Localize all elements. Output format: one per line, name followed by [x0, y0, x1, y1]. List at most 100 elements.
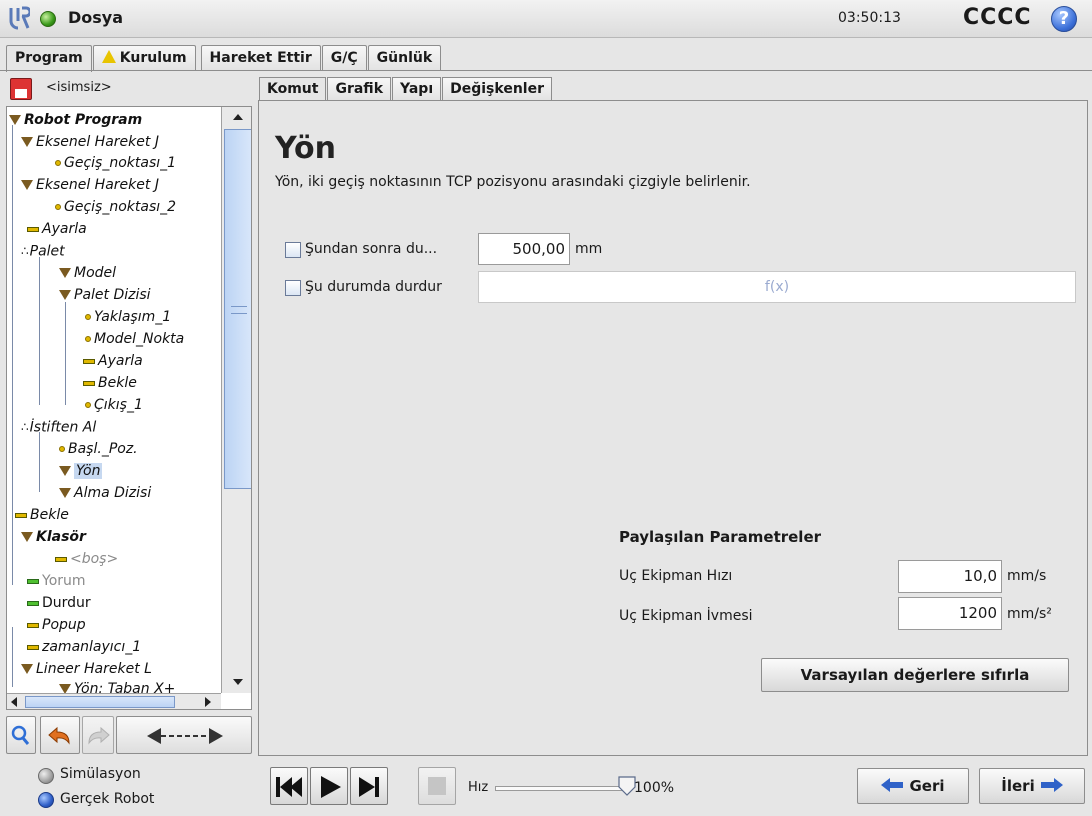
tree-item[interactable]: zamanlayıcı_1	[27, 637, 141, 658]
tree-item[interactable]: Yaklaşım_1	[85, 307, 171, 328]
tool-speed-input[interactable]: 10,0	[898, 560, 1002, 593]
real-robot-label: Gerçek Robot	[60, 791, 155, 807]
tool-speed-label: Uç Ekipman Hızı	[619, 568, 733, 584]
tree-item[interactable]: <boş>	[55, 549, 118, 570]
next-button[interactable]: İleri	[979, 768, 1085, 804]
tree-item-label: Yön	[74, 463, 103, 479]
stop-when-expression-input[interactable]: f(x)	[478, 271, 1076, 303]
help-icon[interactable]: ?	[1051, 6, 1077, 32]
scroll-right-icon[interactable]	[205, 697, 211, 707]
stop-when-checkbox[interactable]	[285, 280, 301, 296]
tree-item[interactable]: Çıkış_1	[85, 395, 143, 416]
stop-after-checkbox[interactable]	[285, 242, 301, 258]
pallet-icon: ∴	[21, 420, 29, 434]
set-dash-icon	[83, 358, 95, 364]
tree-item[interactable]: Yorum	[27, 571, 86, 592]
clock: 03:50:13	[838, 10, 901, 26]
scrollbar-thumb[interactable]	[224, 129, 251, 489]
tree-item[interactable]: Eksenel Hareket J	[21, 175, 159, 196]
tree-item[interactable]: Model_Nokta	[85, 329, 184, 350]
tab-installation[interactable]: Kurulum	[92, 45, 196, 71]
tree-item[interactable]: Ayarla	[27, 219, 87, 240]
tab-structure[interactable]: Yapı	[392, 77, 442, 101]
tree-item[interactable]: Lineer Hareket L	[21, 659, 152, 680]
tree-item[interactable]: Ayarla	[83, 351, 143, 372]
tree-item[interactable]: Bekle	[15, 505, 69, 526]
tool-accel-unit: mm/s²	[1007, 606, 1052, 622]
move-node-button[interactable]	[116, 716, 252, 754]
stop-button[interactable]	[418, 767, 456, 805]
tool-speed-unit: mm/s	[1007, 568, 1047, 584]
tree-item[interactable]: ∴ Palet	[21, 241, 65, 262]
reset-defaults-button[interactable]: Varsayılan değerlere sıfırla	[761, 658, 1069, 692]
tree-item-selected[interactable]: Yön	[59, 461, 103, 482]
redo-button[interactable]	[82, 716, 114, 754]
tab-io[interactable]: G/Ç	[321, 45, 367, 71]
simulation-radio[interactable]	[38, 768, 54, 784]
tree-item[interactable]: Eksenel Hareket J	[21, 132, 159, 153]
tab-move[interactable]: Hareket Ettir	[200, 45, 321, 71]
tree-item-label: Lineer Hareket L	[36, 661, 152, 677]
search-button[interactable]	[6, 716, 36, 754]
tool-accel-input[interactable]: 1200	[898, 597, 1002, 630]
tree-vertical-scrollbar[interactable]	[221, 107, 251, 693]
scroll-down-icon[interactable]	[233, 679, 243, 685]
tree-item[interactable]: Geçiş_noktası_2	[55, 197, 176, 218]
tree-item-label: Popup	[42, 617, 86, 633]
scrollbar-thumb[interactable]	[25, 696, 175, 708]
scroll-left-icon[interactable]	[11, 697, 17, 707]
robot-name: CCCC	[963, 5, 1032, 30]
tree-item[interactable]: Klasör	[21, 527, 86, 548]
tree-toolbar	[6, 716, 252, 754]
tab-command[interactable]: Komut	[259, 77, 327, 101]
folder-triangle-icon	[21, 532, 33, 542]
popup-dash-icon	[27, 622, 39, 628]
stop-after-distance-input[interactable]: 500,00	[478, 233, 570, 265]
save-icon[interactable]	[10, 78, 32, 100]
speed-label: Hız	[468, 780, 489, 795]
tab-graphics[interactable]: Grafik	[327, 77, 391, 101]
undo-icon	[48, 726, 70, 745]
tab-divider	[0, 70, 1092, 71]
tab-label: Günlük	[376, 50, 433, 66]
tree-item-label: Alma Dizisi	[74, 485, 152, 501]
scroll-up-icon[interactable]	[233, 114, 243, 120]
play-button[interactable]	[310, 767, 348, 805]
tree-item-label: Palet Dizisi	[74, 287, 151, 303]
tree-horizontal-scrollbar[interactable]	[7, 693, 221, 709]
triangle-icon	[59, 268, 71, 278]
tree-item[interactable]: Alma Dizisi	[59, 483, 151, 504]
tree-item[interactable]: Palet Dizisi	[59, 285, 151, 306]
tree-item[interactable]: Geçiş_noktası_1	[55, 153, 176, 174]
command-description: Yön, iki geçiş noktasının TCP pozisyonu …	[275, 174, 751, 190]
tree-item[interactable]: Model	[59, 263, 116, 284]
step-back-button[interactable]	[270, 767, 308, 805]
stop-after-label: Şundan sonra du...	[305, 241, 438, 257]
play-icon	[321, 776, 341, 798]
halt-dash-icon	[27, 600, 39, 606]
tab-log[interactable]: Günlük	[367, 45, 442, 71]
move-triangle-icon	[21, 137, 33, 147]
tree-item-label: Ayarla	[98, 353, 143, 369]
tab-variables[interactable]: Değişkenler	[442, 77, 552, 101]
warning-icon	[101, 50, 116, 63]
step-forward-icon	[359, 777, 379, 797]
wait-dash-icon	[83, 380, 95, 386]
tree-item[interactable]: Bekle	[83, 373, 137, 394]
title-bar: Dosya 03:50:13 CCCC ?	[0, 0, 1092, 38]
real-robot-radio[interactable]	[38, 792, 54, 808]
step-forward-button[interactable]	[350, 767, 388, 805]
tree-item[interactable]: Başl._Poz.	[59, 439, 138, 460]
waypoint-dot-icon	[85, 336, 91, 342]
speed-slider-track[interactable]	[495, 786, 627, 791]
tree-item[interactable]: Durdur	[27, 593, 91, 614]
tree-item[interactable]: Robot Program	[9, 110, 142, 131]
tab-program[interactable]: Program	[6, 45, 92, 72]
tree-line	[39, 432, 40, 492]
tree-item[interactable]: ∴ İstiften Al	[21, 417, 96, 438]
triangle-icon	[59, 488, 71, 498]
file-menu[interactable]: Dosya	[68, 8, 123, 27]
back-button[interactable]: Geri	[857, 768, 969, 804]
undo-button[interactable]	[40, 716, 80, 754]
tree-item[interactable]: Popup	[27, 615, 86, 636]
